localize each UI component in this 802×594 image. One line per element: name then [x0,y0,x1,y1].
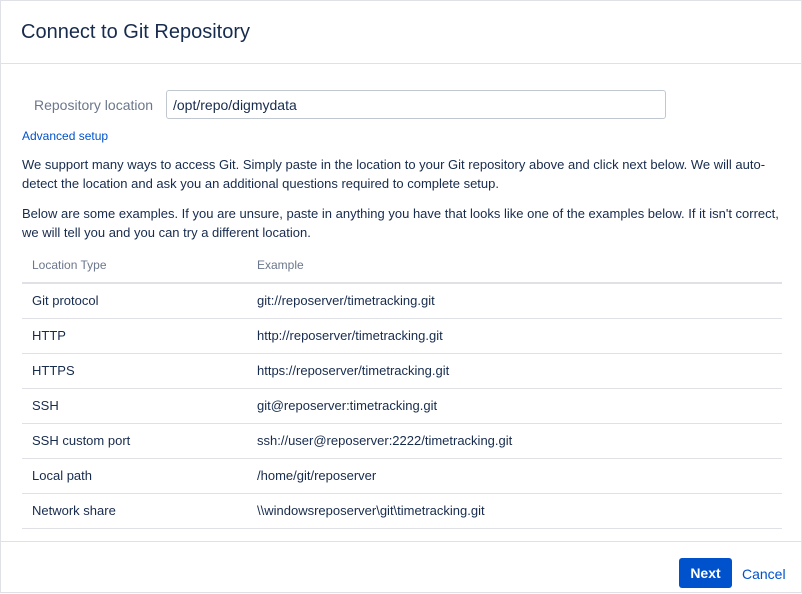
repository-location-label: Repository location [34,97,154,113]
column-header-example: Example [247,248,782,284]
location-type-cell: HTTPS [22,353,247,389]
column-header-location-type: Location Type [22,248,247,284]
repository-location-input[interactable] [166,90,666,119]
example-cell: https://reposerver/timetracking.git [247,353,782,389]
dialog-header: Connect to Git Repository [1,1,801,64]
table-row: HTTP http://reposerver/timetracking.git [22,318,782,354]
advanced-setup-link[interactable]: Advanced setup [22,129,108,143]
table-row: SSH custom port ssh://user@reposerver:22… [22,423,782,459]
location-type-cell: Network share [22,493,247,529]
dialog-footer: Next Cancel [1,541,801,594]
next-button[interactable]: Next [679,558,732,588]
connect-git-dialog: Connect to Git Repository Repository loc… [0,0,802,593]
cancel-link[interactable]: Cancel [742,566,786,582]
example-cell: git://reposerver/timetracking.git [247,283,782,319]
example-cell: git@reposerver:timetracking.git [247,388,782,424]
location-type-cell: SSH [22,388,247,424]
example-cell: /home/git/reposerver [247,458,782,494]
description-paragraph-2: Below are some examples. If you are unsu… [22,206,779,240]
dialog-title: Connect to Git Repository [21,21,250,43]
table-row: Network share \\windowsreposerver\git\ti… [22,493,782,529]
table-row: Local path /home/git/reposerver [22,458,782,494]
table-row: SSH git@reposerver:timetracking.git [22,388,782,424]
description-paragraph-1: We support many ways to access Git. Simp… [22,157,766,191]
table-header-row: Location Type Example [22,248,782,284]
table-row: Git protocol git://reposerver/timetracki… [22,283,782,319]
location-type-cell: SSH custom port [22,423,247,459]
example-cell: http://reposerver/timetracking.git [247,318,782,354]
table-row: HTTPS https://reposerver/timetracking.gi… [22,353,782,389]
location-type-cell: HTTP [22,318,247,354]
location-type-cell: Local path [22,458,247,494]
location-type-cell: Git protocol [22,283,247,319]
example-cell: \\windowsreposerver\git\timetracking.git [247,493,782,529]
example-cell: ssh://user@reposerver:2222/timetracking.… [247,423,782,459]
location-examples-table: Location Type Example Git protocol git:/… [22,248,782,529]
